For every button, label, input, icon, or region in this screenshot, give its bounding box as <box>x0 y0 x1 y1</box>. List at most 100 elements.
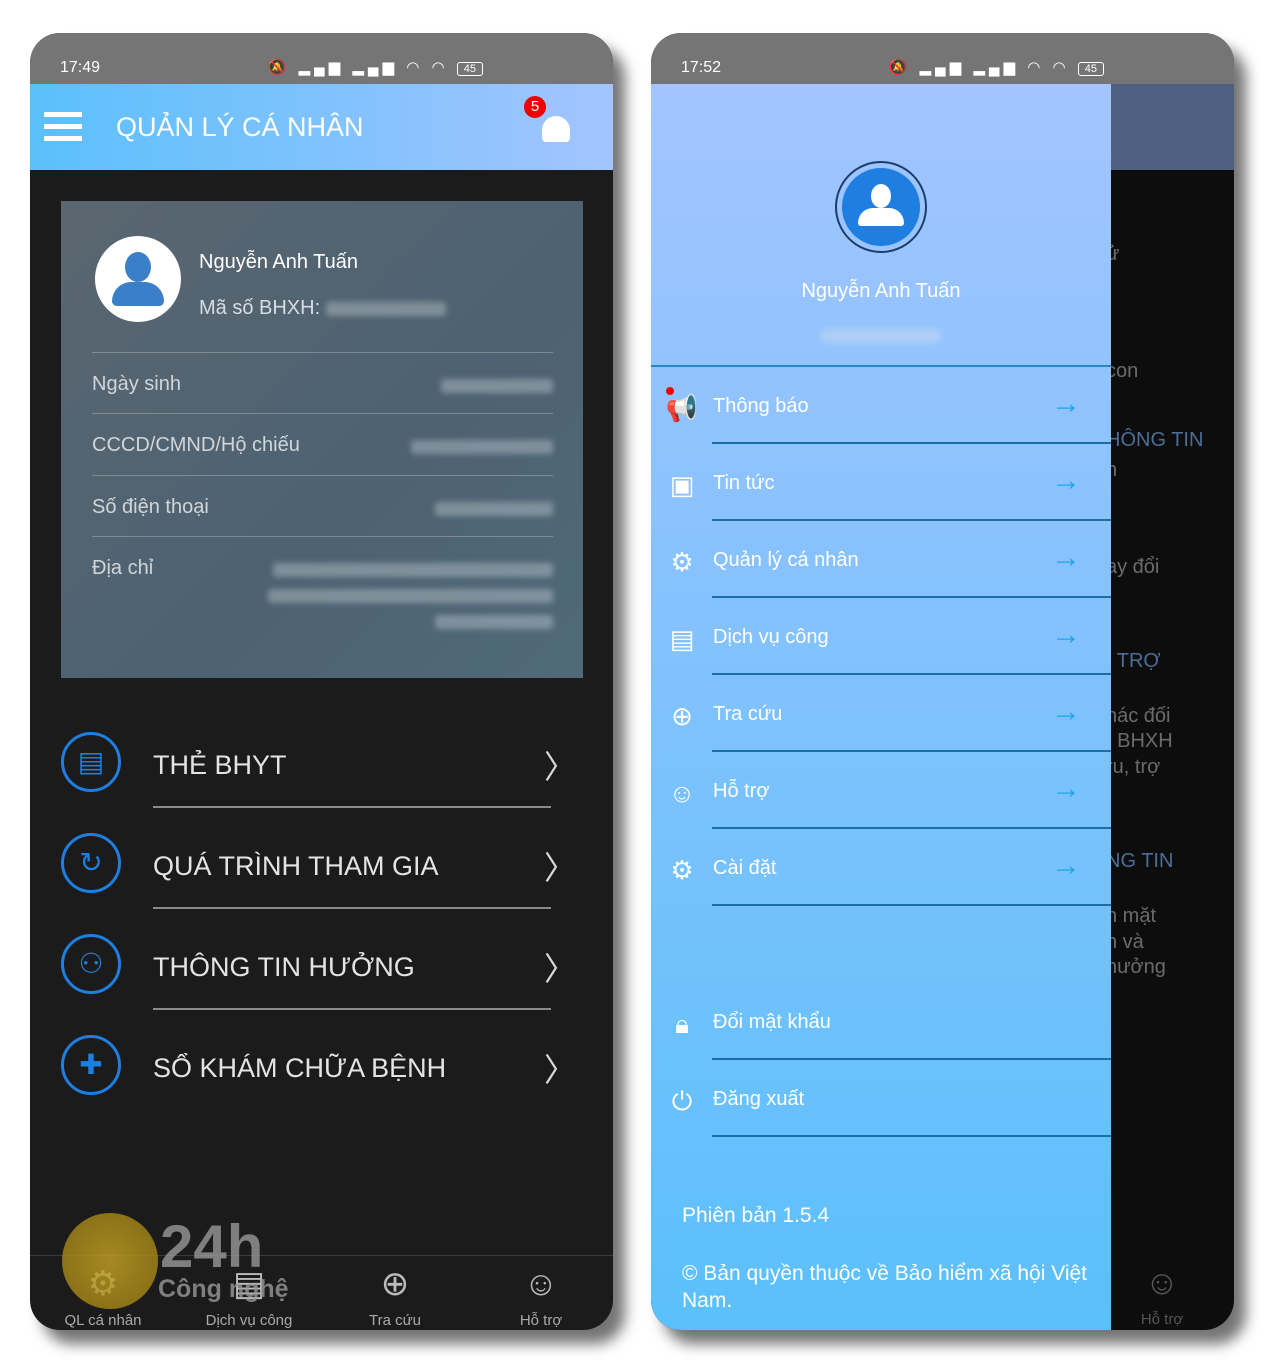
card-icon: ▤ <box>61 732 121 792</box>
drawer-label: Tin tức <box>713 472 775 494</box>
nav-label: Hỗ trợ <box>519 1312 563 1329</box>
news-icon: ▣ <box>669 470 695 500</box>
page-title: QUẢN LÝ CÁ NHÂN <box>116 112 364 142</box>
profile-name: Nguyễn Anh Tuấn <box>199 251 359 273</box>
divider <box>712 1135 1111 1137</box>
phone-drawer-open: ử con HÔNG TIN n ay đổi . TRỢ hác đối . … <box>651 33 1234 1330</box>
notification-badge: 5 <box>524 96 546 118</box>
menu-icon[interactable] <box>44 112 82 142</box>
nav-label: Dịch vụ công <box>205 1312 293 1329</box>
drawer-label: Đăng xuất <box>713 1088 805 1110</box>
info-row: Số điện thoại <box>92 475 553 537</box>
phone-personal-management: 17:49 🔕 ▂▄▆ ▂▄▆ ◠ ◠ 45 QUẢN LÝ CÁ NHÂN 5… <box>30 33 613 1330</box>
background-text: HÔNG TIN <box>1106 429 1204 451</box>
app-header: QUẢN LÝ CÁ NHÂN 5 <box>30 84 613 170</box>
lock-icon: 🔒︎ <box>675 1009 689 1039</box>
nav-lookup[interactable]: ⊕ Tra cứu <box>322 1260 468 1329</box>
nav-label: Tra cứu <box>369 1312 421 1329</box>
drawer-item-lookup[interactable]: ⊕ Tra cứu → <box>651 675 1111 752</box>
arrow-right-icon: → <box>1051 464 1081 497</box>
status-icons: 🔕 ▂▄▆ ▂▄▆ ◠ ◠ 45 <box>889 58 1104 76</box>
status-bar: 17:52 🔕 ▂▄▆ ▂▄▆ ◠ ◠ 45 <box>651 33 1234 84</box>
divider <box>153 1008 551 1010</box>
drawer-item-support[interactable]: ☺ Hỗ trợ → <box>651 752 1111 829</box>
background-text: ru, trợ <box>1106 756 1161 778</box>
drawer-item-logout[interactable]: ⏻ Đăng xuất <box>651 1060 1111 1137</box>
nav-label: QL cá nhân <box>64 1312 142 1329</box>
status-time: 17:49 <box>60 59 101 76</box>
background-text: . TRỢ <box>1106 650 1161 672</box>
megaphone-icon: 📢 <box>665 393 699 423</box>
background-text: n và <box>1106 931 1144 953</box>
background-text: NG TIN <box>1106 850 1174 872</box>
bell-icon[interactable] <box>540 110 574 146</box>
background-text: ay đổi <box>1106 556 1160 578</box>
drawer-item-personal[interactable]: ⚙ Quản lý cá nhân → <box>651 521 1111 598</box>
arrow-right-icon: → <box>1051 387 1081 420</box>
battery-icon: 45 <box>1077 62 1104 76</box>
divider <box>153 806 551 808</box>
redacted-value <box>325 301 446 316</box>
drawer-label: Hỗ trợ <box>713 780 770 802</box>
row-label: Ngày sinh <box>92 373 181 395</box>
nav-label: Hỗ trợ <box>1140 1311 1184 1328</box>
status-time: 17:52 <box>681 59 722 76</box>
menu-label: THÔNG TIN HƯỞNG <box>153 952 415 982</box>
drawer-item-news[interactable]: ▣ Tin tức → <box>651 444 1111 521</box>
drawer-item-notifications[interactable]: 📢 Thông báo → <box>651 367 1111 444</box>
info-row: Ngày sinh <box>92 352 553 414</box>
background-text: hác đối <box>1106 705 1171 727</box>
menu-item-medical-book[interactable]: ✚ SỔ KHÁM CHỮA BỆNH 〉 <box>61 1011 581 1111</box>
user-gear-icon: ⚙ <box>670 547 694 577</box>
globe-search-icon: ⊕ <box>671 701 693 731</box>
nav-support[interactable]: ☺ Hỗ trợ <box>468 1260 613 1329</box>
drawer-label: Dịch vụ công <box>713 626 829 648</box>
drawer-item-public-service[interactable]: ▤ Dịch vụ công → <box>651 598 1111 675</box>
chevron-right-icon: 〉 <box>543 1052 576 1088</box>
chevron-right-icon: 〉 <box>543 749 576 785</box>
menu-item-benefits[interactable]: ⚇ THÔNG TIN HƯỞNG 〉 <box>61 910 581 1010</box>
watermark-logo: 24h Công nghệ <box>62 1213 322 1313</box>
chevron-right-icon: 〉 <box>543 951 576 987</box>
menu-item-participation[interactable]: ↻ QUÁ TRÌNH THAM GIA 〉 <box>61 809 581 909</box>
support-icon: ☺ <box>668 778 696 808</box>
redacted-value <box>268 589 553 603</box>
drawer-item-change-password[interactable]: 🔒︎ Đổi mật khẩu <box>651 983 1111 1060</box>
redacted-value <box>435 502 553 516</box>
drawer-item-settings[interactable]: ⚙ Cài đặt → <box>651 829 1111 906</box>
history-icon: ↻ <box>61 833 121 893</box>
status-icons: 🔕 ▂▄▆ ▂▄▆ ◠ ◠ 45 <box>268 58 483 76</box>
profile-name: Nguyễn Anh Tuấn <box>801 280 961 302</box>
settings-icon: ⚙ <box>670 855 694 885</box>
status-bar: 17:49 🔕 ▂▄▆ ▂▄▆ ◠ ◠ 45 <box>30 33 613 84</box>
clipboard-icon: ▤ <box>669 624 695 654</box>
drawer-label: Tra cứu <box>713 703 783 725</box>
battery-icon: 45 <box>456 62 483 76</box>
support-icon: ☺ <box>523 1265 559 1303</box>
menu-label: THẺ BHYT <box>153 750 287 780</box>
bhxh-label: Mã số BHXH: <box>199 297 321 319</box>
bhxh-number: Mã số BHXH: <box>199 297 446 320</box>
user-info-icon: ⚇ <box>61 934 121 994</box>
arrow-right-icon: → <box>1051 541 1081 574</box>
background-text: hưởng <box>1106 956 1166 978</box>
menu-label: SỔ KHÁM CHỮA BỆNH <box>153 1053 447 1083</box>
drawer-label: Cài đặt <box>713 857 777 879</box>
redacted-value <box>821 329 941 343</box>
arrow-right-icon: → <box>1051 695 1081 728</box>
globe-search-icon: ⊕ <box>380 1265 410 1303</box>
power-icon: ⏻ <box>671 1086 693 1116</box>
divider <box>712 904 1111 906</box>
menu-item-health-card[interactable]: ▤ THẺ BHYT 〉 <box>61 708 581 808</box>
copyright: © Bản quyền thuộc về Bảo hiểm xã hội Việ… <box>682 1262 1088 1312</box>
navigation-drawer: Nguyễn Anh Tuấn 📢 Thông báo → ▣ Tin tức → ⚙ Q… <box>651 84 1111 1330</box>
drawer-label: Thông báo <box>713 395 809 417</box>
drawer-label: Đổi mật khẩu <box>713 1011 831 1033</box>
row-label: Địa chỉ <box>92 557 154 579</box>
profile-card: Nguyễn Anh Tuấn Mã số BHXH: Ngày sinh CC… <box>61 201 583 678</box>
avatar <box>95 236 181 322</box>
background-text: n mặt <box>1106 905 1157 927</box>
medical-cross-icon: ✚ <box>61 1035 121 1095</box>
drawer-label: Quản lý cá nhân <box>713 549 859 571</box>
row-label: CCCD/CMND/Hộ chiếu <box>92 434 300 456</box>
